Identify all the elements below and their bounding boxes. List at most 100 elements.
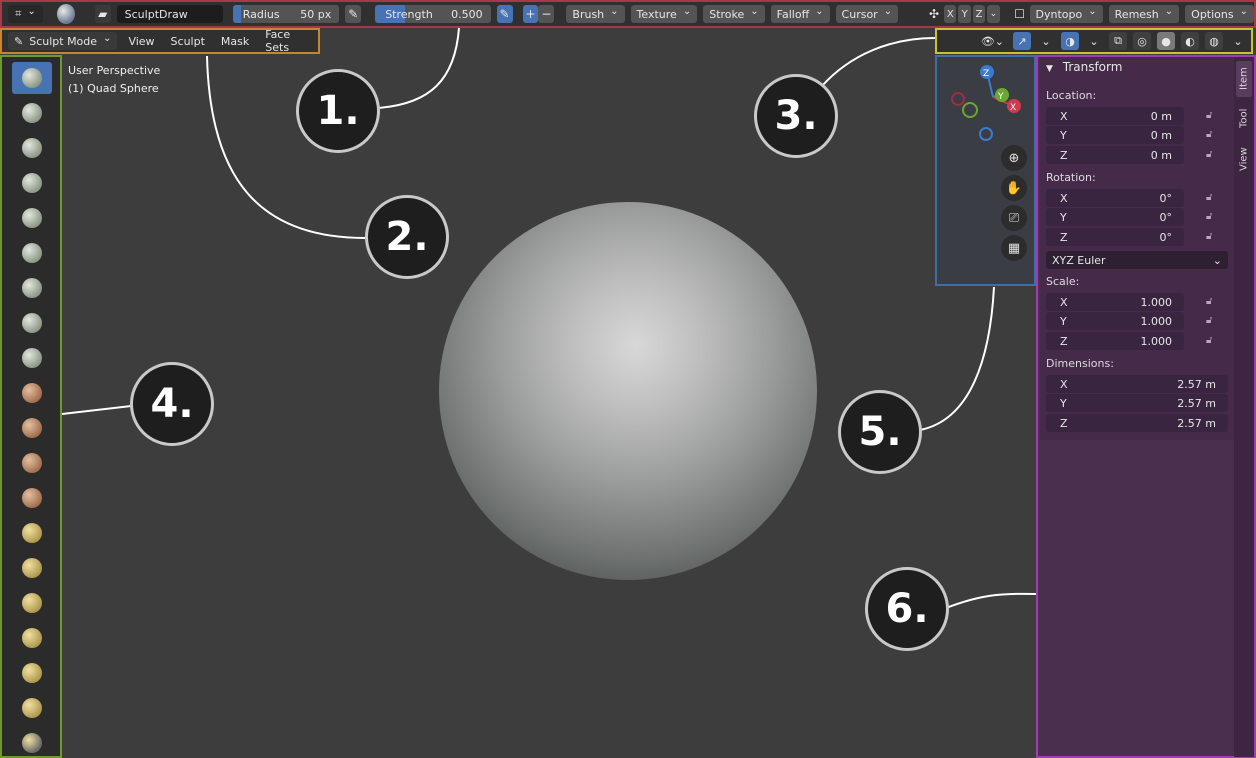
rotation-z-field[interactable]: Z 0° xyxy=(1046,228,1184,246)
location-x-field[interactable]: X0 m xyxy=(1046,107,1184,125)
mask-menu[interactable]: Mask xyxy=(216,33,254,50)
collapse-arrow-icon: ▼ xyxy=(1046,64,1053,74)
symmetry-x-button[interactable]: X xyxy=(944,5,957,23)
rendered-shading-icon[interactable]: ◍ xyxy=(1205,32,1223,50)
tool-blob[interactable] xyxy=(12,307,52,339)
tab-tool[interactable]: Tool xyxy=(1236,101,1252,135)
tool-clay-strips[interactable] xyxy=(12,167,52,199)
inflate-icon xyxy=(22,278,42,298)
rotation-mode-select[interactable]: XYZ Euler ⌄ xyxy=(1046,251,1228,269)
symmetry-y-button[interactable]: Y xyxy=(958,5,971,23)
dimensions-y-field[interactable]: Y 2.57 m xyxy=(1046,394,1228,412)
tool-clay[interactable] xyxy=(12,132,52,164)
dyntopo-checkbox[interactable]: ☐ xyxy=(1012,5,1028,23)
tool-layer[interactable] xyxy=(12,237,52,269)
direction-add-button[interactable]: + xyxy=(522,5,539,23)
cursor-menu[interactable]: Cursor xyxy=(835,5,899,23)
location-z-field[interactable]: Z0 m xyxy=(1046,146,1184,164)
pan-hand-icon[interactable]: ✋ xyxy=(1001,175,1027,201)
mode-label: Sculpt Mode xyxy=(29,34,98,48)
tool-mask[interactable] xyxy=(12,727,52,758)
tool-multiplane-scrape[interactable] xyxy=(12,517,52,549)
mode-selector[interactable]: ✎ Sculpt Mode xyxy=(8,32,118,50)
falloff-menu[interactable]: Falloff xyxy=(770,5,830,23)
overlay-toggle-icon[interactable]: ◑ xyxy=(1061,32,1079,50)
tool-scrape[interactable] xyxy=(12,482,52,514)
dyntopo-menu[interactable]: Dyntopo xyxy=(1029,5,1103,23)
transform-panel-header[interactable]: ▼ Transform xyxy=(1046,60,1122,74)
symmetry-dropdown[interactable]: ⌄ xyxy=(987,5,1000,23)
gizmo-dropdown[interactable]: ⌄ xyxy=(1037,32,1055,50)
tool-pinch[interactable] xyxy=(12,552,52,584)
lock-rotation-z-icon[interactable]: 🔓︎ xyxy=(1206,231,1218,243)
visibility-icon[interactable]: 👁⌄ xyxy=(978,32,1007,50)
navigation-gizmo[interactable]: Z Y X ⊕ ✋ ⎚ ▦ xyxy=(935,55,1036,286)
tool-thumb[interactable] xyxy=(12,692,52,724)
shading-dropdown[interactable]: ⌄ xyxy=(1229,32,1247,50)
tool-inflate[interactable] xyxy=(12,272,52,304)
radius-pressure-icon[interactable]: ✎ xyxy=(345,5,362,23)
strength-slider[interactable]: Strength 0.500 xyxy=(375,5,491,23)
tool-flatten[interactable] xyxy=(12,412,52,444)
editor-type-button[interactable]: ⌗ xyxy=(8,5,44,23)
remesh-menu[interactable]: Remesh xyxy=(1108,5,1180,23)
dimensions-x-field[interactable]: X 2.57 m xyxy=(1046,375,1228,393)
tool-elastic-deform[interactable] xyxy=(12,622,52,654)
axis-gizmo[interactable]: Z Y X xyxy=(937,57,1034,147)
radius-value: 50 px xyxy=(300,7,332,21)
lock-location-y-icon[interactable]: 🔓︎ xyxy=(1206,129,1218,141)
wireframe-shading-icon[interactable]: ◎ xyxy=(1133,32,1151,50)
symmetry-z-button[interactable]: Z xyxy=(972,5,986,23)
stroke-menu[interactable]: Stroke xyxy=(703,5,765,23)
quad-sphere-object[interactable] xyxy=(439,202,817,580)
brush-datablock-icon[interactable]: ▰ xyxy=(94,5,111,23)
options-menu[interactable]: Options xyxy=(1185,5,1254,23)
tool-smooth[interactable] xyxy=(12,377,52,409)
gizmo-neg-x[interactable] xyxy=(951,92,965,106)
lock-scale-z-icon[interactable]: 🔓︎ xyxy=(1206,335,1218,347)
zoom-icon[interactable]: ⊕ xyxy=(1001,145,1027,171)
tab-view[interactable]: View xyxy=(1236,141,1252,177)
rotation-x-field[interactable]: X 0° xyxy=(1046,189,1184,207)
rotation-y-field[interactable]: Y 0° xyxy=(1046,208,1184,226)
gizmo-toggle-icon[interactable]: ↗ xyxy=(1013,32,1031,50)
tool-fill[interactable] xyxy=(12,447,52,479)
tool-crease[interactable] xyxy=(12,342,52,374)
strength-pressure-icon[interactable]: ✎ xyxy=(496,5,513,23)
tool-clay-thumb[interactable] xyxy=(12,202,52,234)
gizmo-neg-z[interactable] xyxy=(979,127,993,141)
lock-rotation-y-icon[interactable]: 🔓︎ xyxy=(1206,211,1218,223)
gizmo-neg-y[interactable] xyxy=(962,102,978,118)
tool-draw[interactable] xyxy=(12,62,52,94)
brush-menu[interactable]: Brush xyxy=(566,5,625,23)
scale-z-field[interactable]: Z 1.000 xyxy=(1046,332,1184,350)
tool-snake-hook[interactable] xyxy=(12,657,52,689)
lock-location-x-icon[interactable]: 🔓︎ xyxy=(1206,110,1218,122)
view-menu[interactable]: View xyxy=(123,33,159,50)
strength-value: 0.500 xyxy=(451,7,483,21)
scale-y-field[interactable]: Y 1.000 xyxy=(1046,312,1184,330)
brush-icon[interactable] xyxy=(57,4,75,24)
lock-location-z-icon[interactable]: 🔓︎ xyxy=(1206,149,1218,161)
lock-scale-x-icon[interactable]: 🔓︎ xyxy=(1206,296,1218,308)
xray-toggle-icon[interactable]: ⧉ xyxy=(1109,32,1127,50)
scale-x-field[interactable]: X 1.000 xyxy=(1046,293,1184,311)
grid-perspective-icon[interactable]: ▦ xyxy=(1001,235,1027,261)
camera-icon[interactable]: ⎚ xyxy=(1001,205,1027,231)
solid-shading-icon[interactable]: ● xyxy=(1157,32,1175,50)
overlay-dropdown[interactable]: ⌄ xyxy=(1085,32,1103,50)
tool-grab[interactable] xyxy=(12,587,52,619)
tool-draw-sharp[interactable] xyxy=(12,97,52,129)
lock-scale-y-icon[interactable]: 🔓︎ xyxy=(1206,315,1218,327)
direction-subtract-button[interactable]: − xyxy=(538,5,555,23)
texture-menu[interactable]: Texture xyxy=(630,5,698,23)
face-sets-menu[interactable]: Face Sets xyxy=(260,26,318,56)
dimensions-z-field[interactable]: Z 2.57 m xyxy=(1046,414,1228,432)
sculpt-menu[interactable]: Sculpt xyxy=(166,33,210,50)
lock-rotation-x-icon[interactable]: 🔓︎ xyxy=(1206,192,1218,204)
material-shading-icon[interactable]: ◐ xyxy=(1181,32,1199,50)
tab-item[interactable]: Item xyxy=(1236,61,1252,97)
brush-name-field[interactable]: SculptDraw xyxy=(116,5,223,23)
radius-slider[interactable]: Radius 50 px xyxy=(232,5,340,23)
location-y-field[interactable]: Y0 m xyxy=(1046,126,1184,144)
